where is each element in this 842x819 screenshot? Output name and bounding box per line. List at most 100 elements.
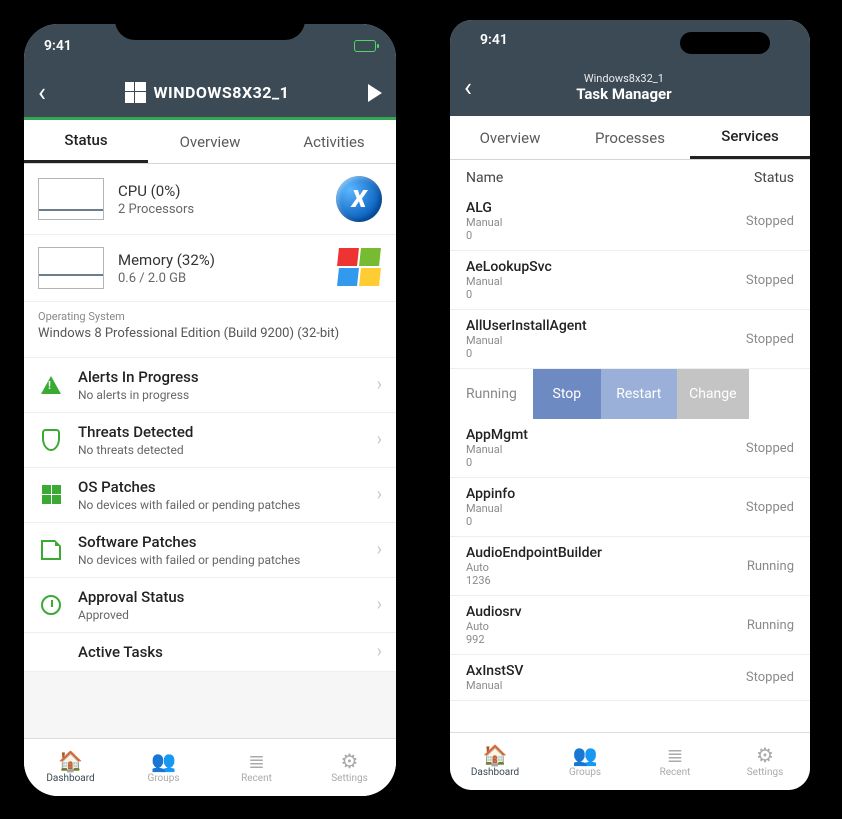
service-actions: RunningStopRestartChange	[450, 369, 810, 419]
screen-1: 9:41 ‹ WINDOWS8X32_1 Status Overview Act…	[24, 24, 396, 796]
nav-label: Groups	[147, 773, 179, 784]
android-device: 9:41 ‹ Windows8x32_1 Task Manager Overvi…	[440, 10, 820, 800]
list-item[interactable]: Alerts In ProgressNo alerts in progress›	[24, 358, 396, 413]
service-name: AppMgmt	[466, 427, 528, 443]
service-mode: Auto	[466, 620, 522, 633]
service-mode: Manual	[466, 216, 502, 229]
service-name: Appinfo	[466, 486, 515, 502]
dashboard-icon: 🏠	[483, 745, 508, 765]
back-chevron-icon[interactable]: ‹	[464, 73, 472, 103]
nav-dashboard[interactable]: 🏠Dashboard	[24, 739, 117, 796]
header: ‹ WINDOWS8X32_1	[24, 68, 396, 120]
service-name: AllUserInstallAgent	[466, 318, 587, 334]
chevron-right-icon: ›	[377, 594, 382, 615]
mem-sub: 0.6 / 2.0 GB	[118, 271, 324, 286]
list-item[interactable]: OS Patches No devices with failed or pend…	[24, 468, 396, 523]
iphone-device: 9:41 ‹ WINDOWS8X32_1 Status Overview Act…	[10, 10, 410, 810]
list-item-title: Threats Detected	[78, 423, 193, 441]
stop-button[interactable]: Stop	[533, 369, 601, 419]
service-row[interactable]: AeLookupSvcManual0Stopped	[450, 251, 810, 310]
list-item-title: Approval Status	[78, 588, 184, 606]
clock-icon	[38, 595, 64, 615]
list-item-sub: Approved	[78, 608, 184, 622]
nav-dashboard[interactable]: 🏠 Dashboard	[450, 733, 540, 790]
settings-icon: ⚙	[756, 745, 774, 765]
tabbar: Overview Processes Services	[450, 116, 810, 160]
list-item-title: OS Patches	[78, 478, 300, 496]
service-pid: 0	[466, 515, 515, 528]
list-item[interactable]: Approval Status Approved ›	[24, 578, 396, 633]
nav-groups[interactable]: 👥Groups	[117, 739, 210, 796]
nav-label: Dashboard	[471, 767, 519, 778]
wgreen-icon	[38, 485, 64, 504]
floppy-icon	[38, 540, 64, 560]
nav-recent[interactable]: ≣ Recent	[210, 739, 303, 796]
status-time: 9:41	[480, 32, 508, 48]
service-status: Running	[747, 559, 794, 574]
service-name: Audiosrv	[466, 604, 522, 620]
mem-title: Memory (32%)	[118, 251, 324, 269]
tab-status[interactable]: Status	[24, 120, 148, 163]
running-button[interactable]: Running	[450, 369, 533, 419]
tab-services[interactable]: Services	[690, 116, 810, 159]
tab-overview[interactable]: Overview	[148, 120, 272, 163]
service-row[interactable]: ALGManual0Stopped	[450, 192, 810, 251]
camera-cutout	[680, 32, 770, 54]
tab-processes[interactable]: Processes	[570, 116, 690, 159]
os-row: Operating System Windows 8 Professional …	[24, 302, 396, 358]
service-pid: 1236	[466, 574, 602, 587]
service-row[interactable]: AppinfoManual0Stopped	[450, 478, 810, 537]
list-item[interactable]: Software PatchesNo devices with failed o…	[24, 523, 396, 578]
service-mode: Manual	[466, 334, 587, 347]
list-item[interactable]: Active Tasks ›	[24, 633, 396, 672]
nav-label: Recent	[241, 773, 272, 784]
list-item-sub: No devices with failed or pending patche…	[78, 498, 300, 512]
tab-activities[interactable]: Activities	[272, 120, 396, 163]
recent-icon: ≣	[667, 745, 684, 765]
service-pid: 0	[466, 229, 502, 242]
service-row[interactable]: AxInstSVManualStopped	[450, 655, 810, 701]
nav-groups[interactable]: 👥Groups	[540, 733, 630, 790]
service-row[interactable]: AudiosrvAuto992Running	[450, 596, 810, 655]
screen-2: 9:41 ‹ Windows8x32_1 Task Manager Overvi…	[450, 20, 810, 790]
recent-icon: ≣	[248, 751, 265, 771]
change-button[interactable]: Change	[677, 369, 749, 419]
play-icon[interactable]	[368, 84, 382, 102]
mem-sparkline	[38, 247, 104, 289]
service-pid: 0	[466, 347, 587, 360]
service-row[interactable]: AppMgmtManual0Stopped	[450, 419, 810, 478]
service-status: Stopped	[746, 441, 794, 456]
list-item-title: Alerts In Progress	[78, 368, 199, 386]
chevron-right-icon: ›	[377, 641, 382, 662]
service-row[interactable]: AudioEndpointBuilderAuto1236Running	[450, 537, 810, 596]
nav-settings[interactable]: ⚙Settings	[720, 733, 810, 790]
service-status: Stopped	[746, 214, 794, 229]
status-time: 9:41	[44, 38, 72, 54]
cpu-row[interactable]: CPU (0%) 2 Processors X	[24, 164, 396, 235]
bottom-nav: 🏠Dashboard👥Groups ≣ Recent ⚙Settings	[24, 738, 396, 796]
nav-settings[interactable]: ⚙Settings	[303, 739, 396, 796]
nav-label: Settings	[331, 773, 368, 784]
list-item[interactable]: Threats DetectedNo threats detected›	[24, 413, 396, 468]
nav-label: Groups	[569, 767, 601, 778]
tabbar: Status Overview Activities	[24, 120, 396, 164]
nav-recent[interactable]: ≣ Recent	[630, 733, 720, 790]
windows-icon	[125, 82, 146, 103]
service-status: Running	[747, 618, 794, 633]
header: ‹ Windows8x32_1 Task Manager	[450, 60, 810, 116]
restart-button[interactable]: Restart	[601, 369, 677, 419]
service-name: AxInstSV	[466, 663, 523, 679]
memory-row[interactable]: Memory (32%) 0.6 / 2.0 GB	[24, 235, 396, 302]
back-chevron-icon[interactable]: ‹	[38, 78, 46, 108]
service-mode: Manual	[466, 679, 523, 692]
nav-label: Recent	[660, 767, 691, 778]
service-mode: Manual	[466, 502, 515, 515]
chevron-right-icon: ›	[377, 484, 382, 505]
content: Name Status ALGManual0StoppedAeLookupSvc…	[450, 160, 810, 732]
tab-overview[interactable]: Overview	[450, 116, 570, 159]
service-row[interactable]: AllUserInstallAgentManual0Stopped	[450, 310, 810, 369]
service-pid: 0	[466, 456, 528, 469]
cpu-sparkline	[38, 178, 104, 220]
list-item-title: Active Tasks	[78, 643, 163, 661]
service-mode: Auto	[466, 561, 602, 574]
